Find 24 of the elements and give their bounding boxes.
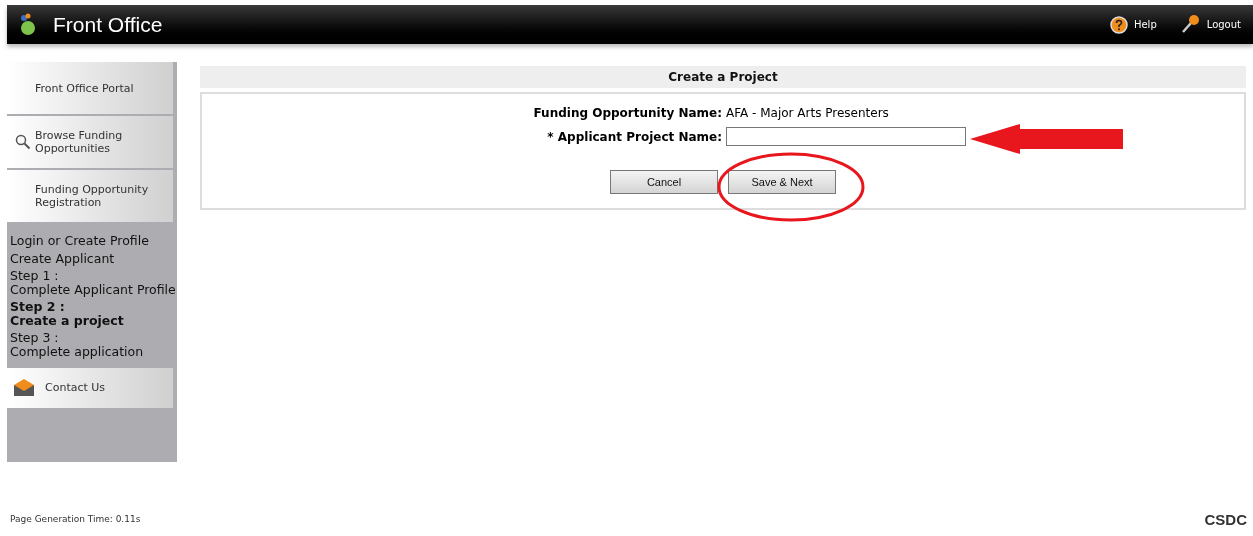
envelope-icon bbox=[13, 379, 35, 397]
brand-logo: CSDC bbox=[1204, 509, 1247, 530]
field-label: * Applicant Project Name: bbox=[546, 128, 722, 146]
sidebar-item[interactable]: Front Office Portal bbox=[7, 62, 173, 114]
step-link[interactable]: Login or Create Profile bbox=[10, 234, 177, 248]
section-header: Create a Project bbox=[200, 66, 1246, 88]
help-icon bbox=[1109, 15, 1128, 34]
field-label: Funding Opportunity Name: bbox=[532, 105, 722, 122]
sidebar-item[interactable]: Browse Funding Opportunities bbox=[7, 116, 173, 168]
step-link[interactable]: Step 3 : Complete application bbox=[10, 331, 177, 358]
cancel-button[interactable]: Cancel bbox=[610, 170, 718, 194]
contact-link[interactable]: Contact Us bbox=[7, 368, 173, 408]
logout-link[interactable]: Logout bbox=[1178, 13, 1241, 36]
step-link[interactable]: Create Applicant bbox=[10, 251, 177, 265]
app-title: Front Office bbox=[53, 11, 163, 38]
step-link[interactable]: Step 2 : Create a project bbox=[10, 300, 177, 327]
help-link[interactable]: Help bbox=[1109, 15, 1157, 34]
generation-time: Page Generation Time: 0.11s bbox=[10, 513, 141, 526]
save-next-button[interactable]: Save & Next bbox=[728, 170, 836, 194]
sidebar-item[interactable]: Funding Opportunity Registration bbox=[7, 170, 173, 222]
project-name-input[interactable] bbox=[726, 127, 966, 146]
field-value: AFA - Major Arts Presenters bbox=[726, 105, 890, 122]
search-icon bbox=[15, 134, 31, 150]
step-link[interactable]: Step 1 : Complete Applicant Profile bbox=[10, 269, 177, 296]
